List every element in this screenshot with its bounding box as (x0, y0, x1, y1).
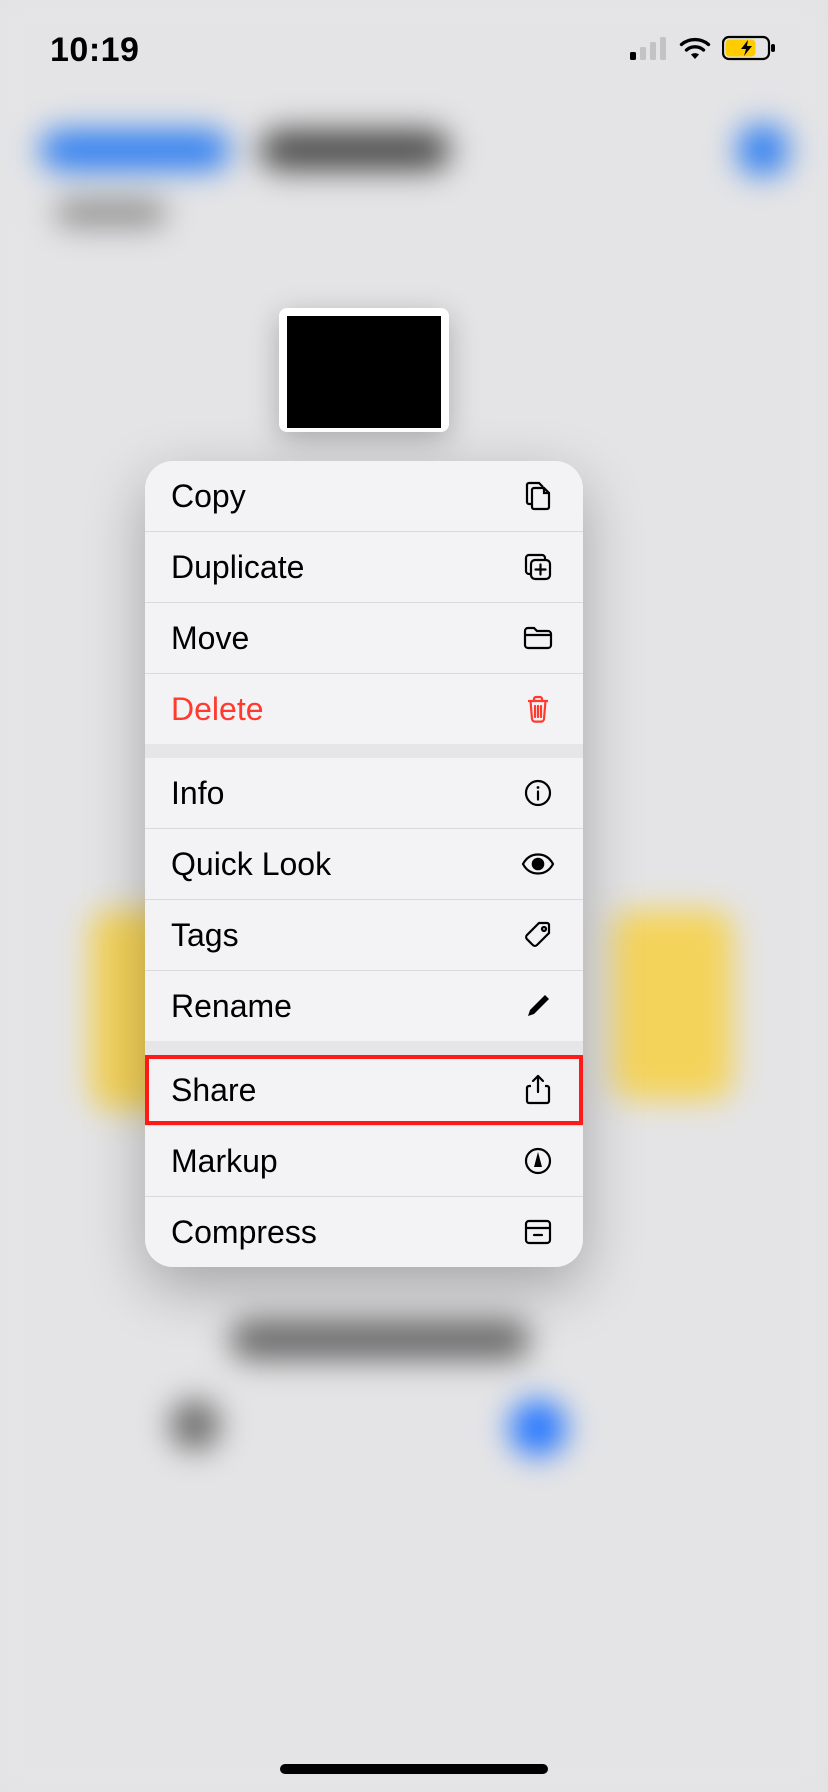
menu-item-rename[interactable]: Rename (145, 970, 583, 1041)
trash-icon (521, 692, 555, 726)
home-indicator[interactable] (280, 1764, 548, 1774)
archive-icon (521, 1215, 555, 1249)
menu-item-label: Move (171, 620, 249, 657)
status-time: 10:19 (50, 31, 139, 70)
menu-item-share[interactable]: Share (145, 1055, 583, 1125)
menu-group: Info Quick Look Tags (145, 758, 583, 1041)
menu-item-label: Share (171, 1072, 256, 1109)
context-menu: Copy Duplicate Move (145, 461, 583, 1267)
menu-item-label: Markup (171, 1143, 278, 1180)
battery-charging-icon (722, 35, 778, 66)
menu-group: Copy Duplicate Move (145, 461, 583, 744)
menu-item-quicklook[interactable]: Quick Look (145, 828, 583, 899)
menu-separator (145, 1041, 583, 1055)
file-preview-thumbnail[interactable] (279, 308, 449, 432)
menu-item-move[interactable]: Move (145, 602, 583, 673)
pencil-icon (521, 989, 555, 1023)
wifi-icon (678, 36, 712, 65)
markup-icon (521, 1144, 555, 1178)
menu-item-label: Delete (171, 691, 264, 728)
menu-item-label: Quick Look (171, 846, 331, 883)
menu-group: Share Markup Compress (145, 1055, 583, 1267)
menu-item-label: Copy (171, 478, 246, 515)
menu-item-label: Rename (171, 988, 292, 1025)
duplicate-icon (521, 550, 555, 584)
cellular-icon (630, 36, 668, 65)
folder-icon (521, 621, 555, 655)
share-icon (521, 1073, 555, 1107)
menu-item-label: Tags (171, 917, 239, 954)
menu-item-label: Info (171, 775, 224, 812)
menu-item-compress[interactable]: Compress (145, 1196, 583, 1267)
eye-icon (521, 847, 555, 881)
copy-icon (521, 479, 555, 513)
menu-item-markup[interactable]: Markup (145, 1125, 583, 1196)
status-bar: 10:19 (0, 0, 828, 100)
tag-icon (521, 918, 555, 952)
file-preview-image (287, 316, 441, 428)
menu-item-duplicate[interactable]: Duplicate (145, 531, 583, 602)
menu-item-copy[interactable]: Copy (145, 461, 583, 531)
menu-item-delete[interactable]: Delete (145, 673, 583, 744)
menu-item-tags[interactable]: Tags (145, 899, 583, 970)
menu-item-label: Duplicate (171, 549, 304, 586)
menu-item-info[interactable]: Info (145, 758, 583, 828)
menu-separator (145, 744, 583, 758)
info-icon (521, 776, 555, 810)
menu-item-label: Compress (171, 1214, 317, 1251)
